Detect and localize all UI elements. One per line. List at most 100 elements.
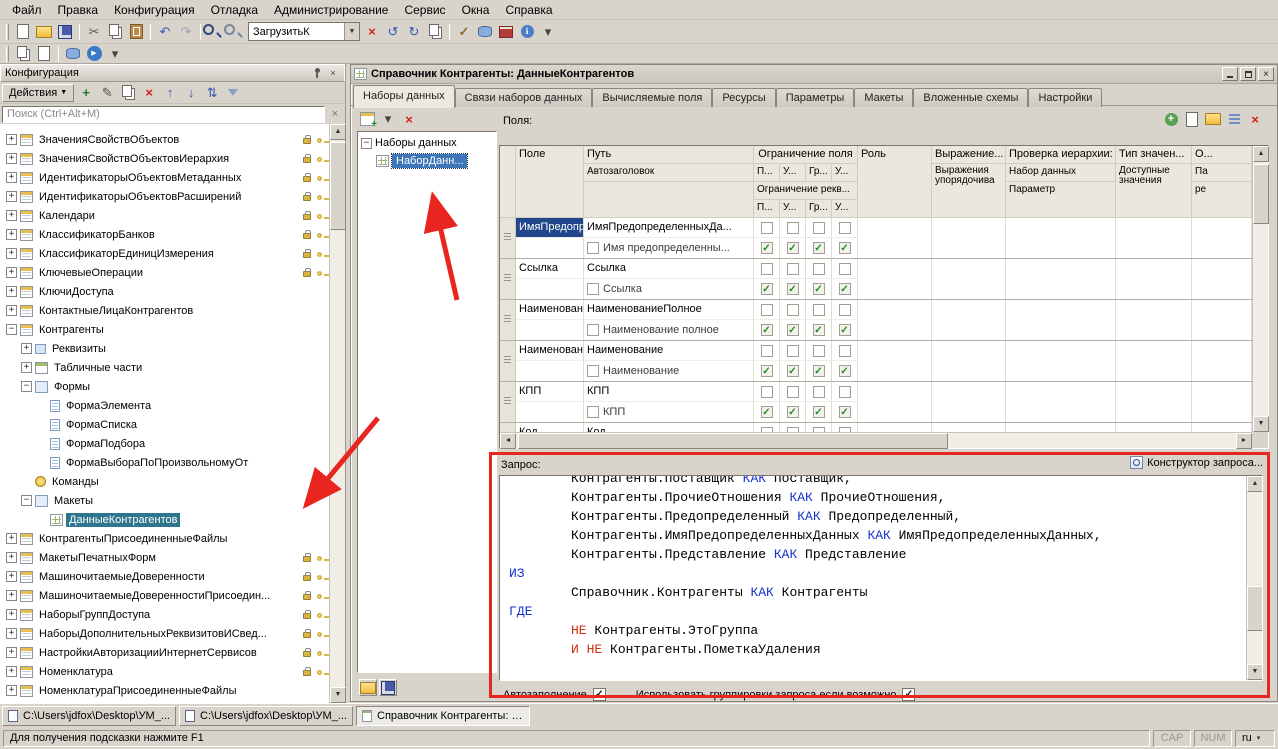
checkbox-unchecked[interactable] <box>813 304 825 316</box>
scroll-thumb[interactable] <box>330 142 346 230</box>
clear-search-icon[interactable]: × <box>362 22 382 42</box>
checkbox-unchecked[interactable] <box>761 386 773 398</box>
restriction-cell[interactable] <box>832 259 858 279</box>
scroll-down-icon[interactable]: ▼ <box>330 687 346 703</box>
field-title-cell[interactable]: Наименование <box>584 361 754 381</box>
expand-icon[interactable]: + <box>6 153 17 164</box>
window-title-bar[interactable]: Справочник Контрагенты: ДанныеКонтрагент… <box>351 65 1277 84</box>
restriction-attr-cell[interactable] <box>780 279 806 299</box>
fields-vscroll[interactable]: ▲ ▼ <box>1252 146 1268 432</box>
column-header-last-sub2[interactable]: ре <box>1192 182 1252 218</box>
tree-item[interactable]: +КонтрагентыПрисоединенныеФайлы <box>0 529 330 548</box>
toolbar-options-icon[interactable]: ▾ <box>538 22 558 42</box>
save-icon[interactable] <box>55 22 75 42</box>
row-grip[interactable] <box>500 382 516 422</box>
checkbox-checked[interactable] <box>787 365 799 377</box>
taskbar-item[interactable]: C:\Users\jdfox\Desktop\УМ_... <box>2 706 176 726</box>
tree-item[interactable]: +НаборыДополнительныхРеквизитовИСвед... <box>0 624 330 643</box>
checkbox-unchecked[interactable] <box>813 345 825 357</box>
field-title-cell[interactable]: Ссылка <box>584 279 754 299</box>
menu-item[interactable]: Окна <box>454 1 498 19</box>
restriction-cell[interactable] <box>754 218 780 238</box>
column-header-field[interactable]: Поле <box>516 146 584 218</box>
new-window-icon[interactable] <box>13 44 33 64</box>
more-commands-icon[interactable]: ▾ <box>105 44 125 64</box>
query-scrollbar[interactable]: ▲ ▼ <box>1246 476 1262 680</box>
copy-icon[interactable] <box>105 22 125 42</box>
title-checkbox[interactable] <box>587 365 599 377</box>
close-button[interactable]: × <box>1258 67 1274 81</box>
title-checkbox[interactable] <box>587 283 599 295</box>
dataset-item[interactable]: НаборДанн... <box>358 152 496 170</box>
datasets-root-item[interactable]: − Наборы данных <box>358 134 496 152</box>
start-debugging-icon[interactable] <box>84 44 104 64</box>
column-header-c7[interactable]: Гр... <box>806 200 832 218</box>
restriction-cell[interactable] <box>806 259 832 279</box>
restriction-attr-cell[interactable] <box>780 361 806 381</box>
delete-icon[interactable]: × <box>139 83 159 103</box>
field-name-cell[interactable]: Наименован <box>516 341 584 361</box>
restriction-attr-cell[interactable] <box>780 402 806 422</box>
restriction-cell[interactable] <box>754 300 780 320</box>
restriction-cell[interactable] <box>832 382 858 402</box>
toolbar-handle-2[interactable] <box>6 46 9 62</box>
scroll-up-icon[interactable]: ▲ <box>1253 146 1269 162</box>
column-header-expression-sub[interactable]: Выражения упорядочива <box>932 164 1006 218</box>
expand-icon[interactable]: + <box>6 590 17 601</box>
column-header-last[interactable]: О... <box>1192 146 1252 164</box>
tab-item[interactable]: Параметры <box>776 88 855 108</box>
scroll-down-icon[interactable]: ▼ <box>1247 664 1263 680</box>
scroll-thumb[interactable] <box>518 433 948 449</box>
tree-item[interactable]: +МакетыПечатныхФорм <box>0 548 330 567</box>
field-path-cell[interactable]: Наименование <box>584 341 754 361</box>
checkbox-unchecked[interactable] <box>787 345 799 357</box>
restriction-cell[interactable] <box>754 382 780 402</box>
checkbox-unchecked[interactable] <box>787 222 799 234</box>
expand-icon[interactable]: + <box>6 267 17 278</box>
restriction-cell[interactable] <box>806 300 832 320</box>
expand-icon[interactable]: + <box>6 609 17 620</box>
checkbox-unchecked[interactable] <box>839 345 851 357</box>
tree-item[interactable]: +НаборыГруппДоступа <box>0 605 330 624</box>
tree-item[interactable]: Команды <box>0 472 330 491</box>
row-grip[interactable] <box>500 259 516 299</box>
restriction-attr-cell[interactable] <box>754 279 780 299</box>
restriction-attr-cell[interactable] <box>806 402 832 422</box>
restriction-attr-cell[interactable] <box>832 279 858 299</box>
restriction-cell[interactable] <box>780 218 806 238</box>
tree-item[interactable]: +НастройкиАвторизацииИнтернетСервисов <box>0 643 330 662</box>
tree-item[interactable]: ФормаПодбора <box>0 434 330 453</box>
restriction-attr-cell[interactable] <box>832 238 858 258</box>
checkbox-unchecked[interactable] <box>839 222 851 234</box>
restriction-cell[interactable] <box>806 341 832 361</box>
restriction-attr-cell[interactable] <box>780 320 806 340</box>
checkbox-checked[interactable] <box>839 406 851 418</box>
field-name-cell[interactable]: Наименован <box>516 300 584 320</box>
paste-icon[interactable] <box>126 22 146 42</box>
actions-button[interactable]: Действия ▼ <box>2 84 74 102</box>
restriction-cell[interactable] <box>832 300 858 320</box>
menu-item[interactable]: Файл <box>4 1 50 19</box>
column-header-valuetype-sub[interactable]: Доступные значения <box>1116 164 1192 218</box>
checkbox-checked[interactable] <box>787 324 799 336</box>
menu-item[interactable]: Сервис <box>396 1 453 19</box>
field-title-cell[interactable]: КПП <box>584 402 754 422</box>
column-header-hierarchy-dataset[interactable]: Набор данных <box>1006 164 1116 182</box>
column-header-autotitle[interactable]: Автозаголовок <box>584 164 754 182</box>
edit-icon[interactable]: ✎ <box>97 83 117 103</box>
open-icon[interactable] <box>34 22 54 42</box>
tree-item[interactable]: ДанныеКонтрагентов <box>0 510 330 529</box>
column-header-c3[interactable]: Гр... <box>806 164 832 182</box>
column-header-restriction[interactable]: Ограничение поля <box>754 146 858 164</box>
column-header-c4[interactable]: У... <box>832 164 858 182</box>
restriction-attr-cell[interactable] <box>806 361 832 381</box>
tree-item[interactable]: +НоменклатураПрисоединенныеФайлы <box>0 681 330 700</box>
row-grip[interactable] <box>500 218 516 258</box>
restriction-cell[interactable] <box>780 423 806 432</box>
add-icon[interactable]: + <box>76 83 96 103</box>
field-name-cell[interactable]: КПП <box>516 382 584 402</box>
autofill-checkbox[interactable]: ✓ <box>593 688 606 701</box>
checkbox-unchecked[interactable] <box>761 263 773 275</box>
column-header-hierarchy-parameter[interactable]: Параметр <box>1006 182 1116 218</box>
checkbox-checked[interactable] <box>761 365 773 377</box>
